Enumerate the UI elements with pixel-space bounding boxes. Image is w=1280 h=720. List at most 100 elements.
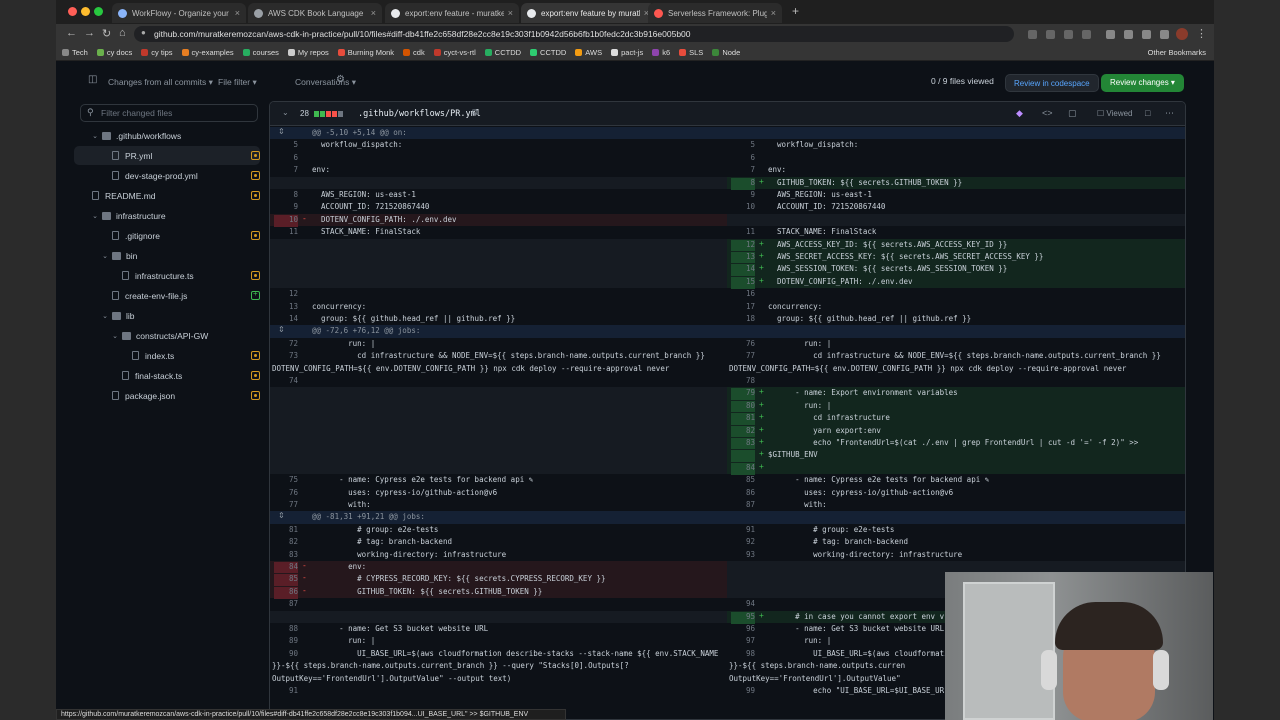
code-line: uses: cypress-io/github-action@v6 <box>768 487 954 497</box>
expand-lines-icon[interactable]: ⇕ <box>278 127 285 136</box>
close-window-button[interactable] <box>68 7 77 16</box>
review-changes-button[interactable]: Review changes ▾ <box>1101 74 1184 92</box>
file-path[interactable]: .github/workflows/PR.yml <box>358 109 481 119</box>
bookmark-item[interactable]: cdk <box>403 48 425 57</box>
tab-title: AWS CDK Book Language <box>268 8 364 18</box>
browser-tab[interactable]: Serverless Framework: Plugins × <box>648 3 782 23</box>
bookmark-item[interactable]: CCTDD <box>530 48 566 57</box>
close-tab-icon[interactable]: × <box>371 8 376 18</box>
toggle-file-tree-icon[interactable]: ◫ <box>88 74 97 85</box>
browser-tab[interactable]: AWS CDK Book Language × <box>248 3 382 23</box>
side-panel-icon[interactable] <box>1142 30 1151 39</box>
forward-icon[interactable]: → <box>84 27 95 39</box>
tree-folder[interactable]: ⌄ .github/workflows <box>74 126 260 145</box>
bookmark-item[interactable]: cyct-vs-rtl <box>433 48 476 57</box>
bookmark-item[interactable]: cy-examples <box>181 48 234 57</box>
tree-folder[interactable]: ⌄ bin <box>74 246 260 265</box>
bookmark-item[interactable]: pact-js <box>611 48 643 57</box>
tree-file[interactable]: PR.yml <box>74 146 260 165</box>
chevron-down-icon[interactable]: ⌄ <box>110 332 120 340</box>
folder-icon <box>102 131 111 140</box>
expand-lines-icon[interactable]: ⇕ <box>278 511 285 520</box>
tree-file[interactable]: index.ts <box>74 346 260 365</box>
bookmark-item[interactable]: SLS <box>679 48 703 57</box>
tree-file[interactable]: package.json <box>74 386 260 405</box>
close-tab-icon[interactable]: × <box>771 8 776 18</box>
close-tab-icon[interactable]: × <box>235 8 240 18</box>
url-bar[interactable]: ● github.com/muratkeremozcan/aws-cdk-in-… <box>134 26 1014 42</box>
bookmark-item[interactable]: cy docs <box>96 48 132 57</box>
filter-changed-files-input[interactable]: ⚲ Filter changed files <box>80 104 258 122</box>
browser-tab[interactable]: export:env feature by muratk × <box>521 3 655 23</box>
zoom-icon[interactable] <box>1046 30 1055 39</box>
diff-right-cell: 17 concurrency: <box>727 301 1185 313</box>
viewed-checkbox[interactable]: ☐ Viewed <box>1097 109 1133 118</box>
chevron-down-icon[interactable]: ⌄ <box>90 132 100 140</box>
cast-icon[interactable] <box>1028 30 1037 39</box>
bookmark-item[interactable]: Node <box>712 48 740 57</box>
extensions-puzzle-icon[interactable] <box>1124 30 1133 39</box>
maximize-window-button[interactable] <box>94 7 103 16</box>
bookmark-item[interactable]: k6 <box>652 48 670 57</box>
home-icon[interactable]: ⌂ <box>119 27 126 39</box>
changes-from-dropdown[interactable]: Changes from all commits ▾ <box>108 77 213 88</box>
bookmark-item[interactable]: courses <box>242 48 279 57</box>
code-line: DOTENV_CONFIG_PATH=${{ env.DOTENV_CONFIG… <box>272 363 670 373</box>
tree-file[interactable]: final-stack.ts <box>74 366 260 385</box>
browser-menu-icon[interactable]: ⋮ <box>1196 27 1207 40</box>
diff-row: 66 <box>270 152 1185 164</box>
copy-path-icon[interactable]: ⧉ <box>472 107 478 118</box>
other-bookmarks[interactable]: Other Bookmarks <box>1148 48 1206 57</box>
copilot-icon[interactable]: ◆ <box>1016 108 1023 119</box>
review-in-codespace-button[interactable]: Review in codespace <box>1005 74 1099 92</box>
bookmark-item[interactable]: cy tips <box>141 48 173 57</box>
line-number[interactable]: 91 <box>274 686 298 698</box>
tree-folder[interactable]: ⌄ constructs/API-GW <box>74 326 260 345</box>
new-tab-button[interactable]: + <box>792 4 799 18</box>
collapse-file-chevron-icon[interactable]: ⌄ <box>282 108 289 117</box>
chevron-down-icon[interactable]: ⌄ <box>100 252 110 260</box>
tree-file[interactable]: README.md <box>74 186 260 205</box>
bookmark-item[interactable]: My repos <box>287 48 329 57</box>
tree-file[interactable]: .gitignore <box>74 226 260 245</box>
reload-icon[interactable]: ↻ <box>102 27 111 40</box>
conversations-dropdown[interactable]: Conversations ▾ <box>295 77 356 88</box>
browser-tab[interactable]: export:env feature - muratke × <box>385 3 519 23</box>
bookmark-item[interactable]: CCTDD <box>484 48 521 57</box>
bookmark-item[interactable]: Burning Monk <box>337 48 394 57</box>
more-options-icon[interactable]: ⋯ <box>1165 108 1174 119</box>
profile-avatar[interactable] <box>1176 28 1188 40</box>
tree-folder[interactable]: ⌄ lib <box>74 306 260 325</box>
chevron-down-icon[interactable]: ⌄ <box>100 312 110 320</box>
close-tab-icon[interactable]: × <box>508 8 513 18</box>
bookmark-star-icon[interactable] <box>1082 30 1091 39</box>
line-number[interactable]: 99 <box>731 686 755 698</box>
tree-file[interactable]: dev-stage-prod.yml <box>74 166 260 185</box>
comment-icon[interactable]: □ <box>1145 108 1150 118</box>
downloads-icon[interactable] <box>1160 30 1169 39</box>
code-line: - name: Export environment variables <box>768 388 958 398</box>
code-line: AWS_SECRET_ACCESS_KEY: ${{ secrets.AWS_S… <box>768 252 1044 261</box>
site-info-icon[interactable]: ● <box>141 28 146 37</box>
share-icon[interactable] <box>1064 30 1073 39</box>
diff-right-cell: DOTENV_CONFIG_PATH=${{ env.DOTENV_CONFIG… <box>727 363 1185 375</box>
bookmark-item[interactable]: AWS <box>575 48 602 57</box>
browser-tab[interactable]: WorkFlowy - Organize your br × <box>112 3 246 23</box>
file-filter-dropdown[interactable]: File filter ▾ <box>218 77 257 88</box>
tree-folder[interactable]: ⌄ infrastructure <box>74 206 260 225</box>
extension-icon[interactable] <box>1106 30 1115 39</box>
file-icon <box>112 231 119 240</box>
bookmark-item[interactable]: Tech <box>62 48 88 57</box>
minimize-window-button[interactable] <box>81 7 90 16</box>
diff-row: 82 + yarn export:env <box>270 424 1185 438</box>
expand-lines-icon[interactable]: ⇕ <box>278 325 285 334</box>
tree-file[interactable]: infrastructure.ts <box>74 266 260 285</box>
tree-file[interactable]: create-env-file.js <box>74 286 260 305</box>
diff-left-cell: 77 with: <box>270 499 727 511</box>
chevron-down-icon[interactable]: ⌄ <box>90 212 100 220</box>
file-view-icon[interactable]: ▢ <box>1068 108 1077 119</box>
code-view-icon[interactable]: <> <box>1042 108 1053 118</box>
settings-gear-icon[interactable]: ⚙ <box>336 74 345 85</box>
back-icon[interactable]: ← <box>66 27 77 39</box>
diff-left-cell: 76 uses: cypress-io/github-action@v6 <box>270 487 727 499</box>
